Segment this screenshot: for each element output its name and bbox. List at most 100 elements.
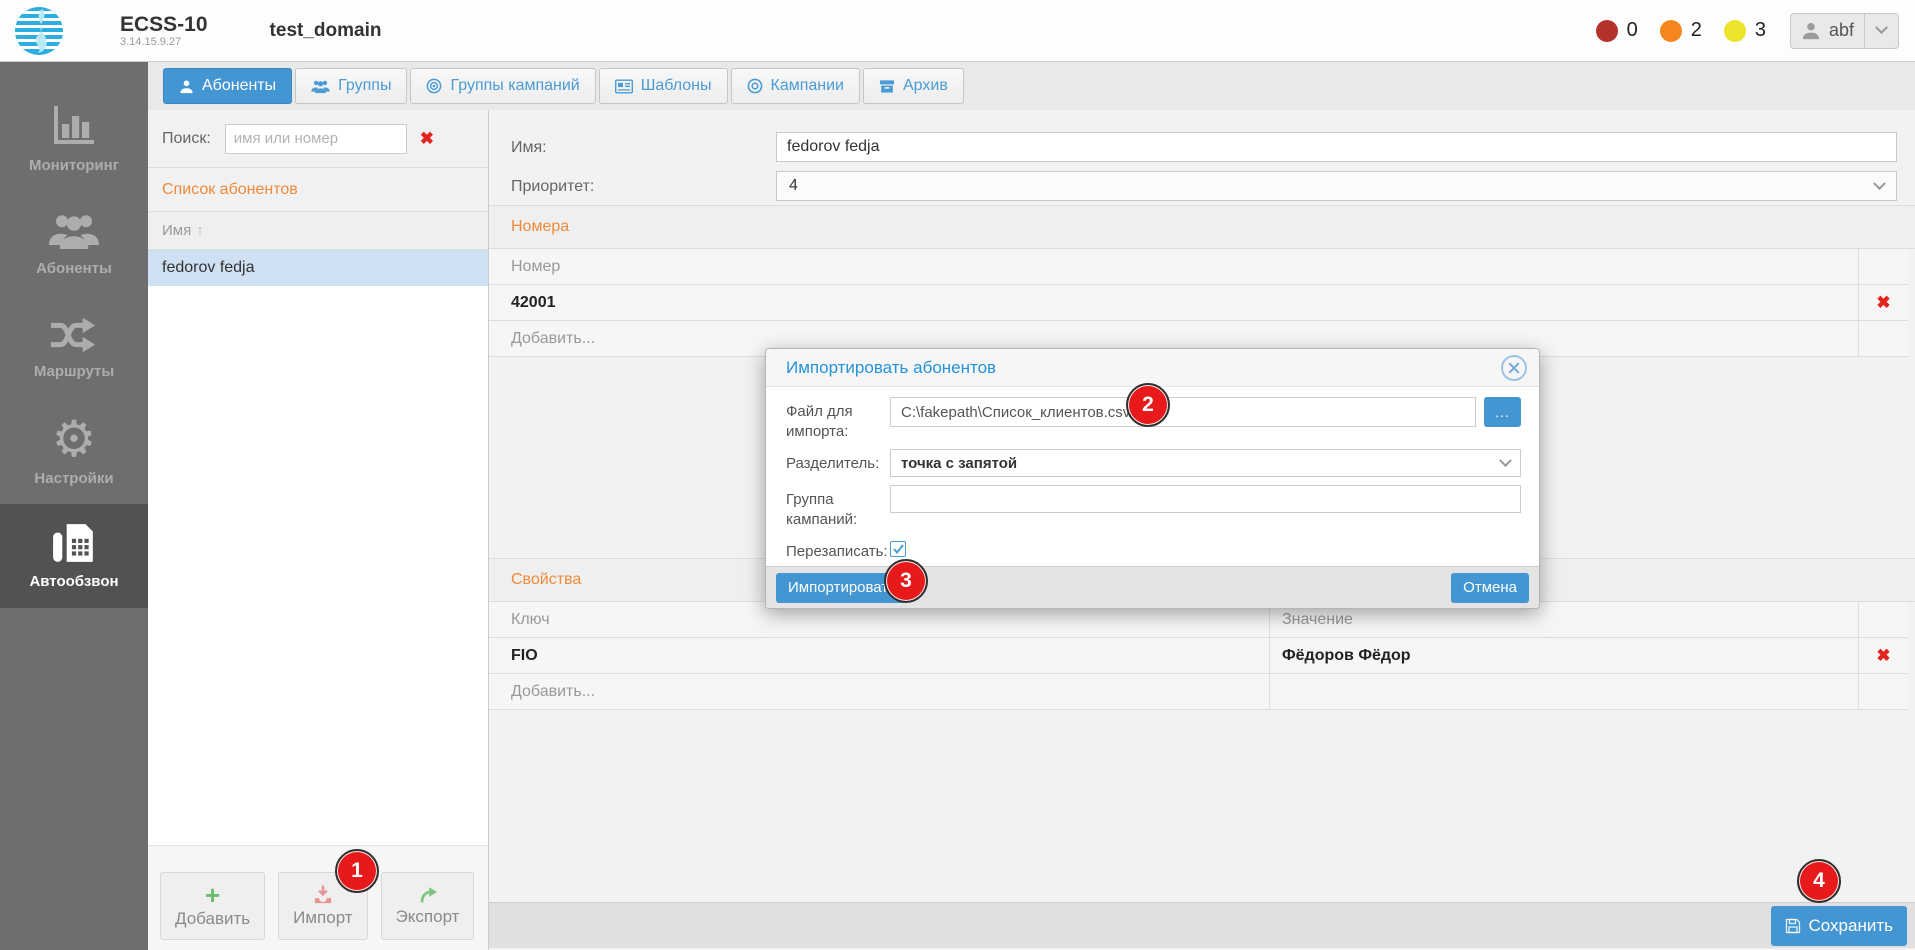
plus-icon: + xyxy=(205,884,220,906)
number-column-header: Номер xyxy=(489,249,1858,284)
name-field-value: fedorov fedja xyxy=(787,138,880,156)
number-row[interactable]: 42001 ✖ xyxy=(489,285,1908,321)
name-column-header[interactable]: Имя ↑ xyxy=(148,212,488,250)
gear-icon: ⚙ xyxy=(52,417,97,461)
tab-campaigns[interactable]: Кампании xyxy=(731,68,861,104)
sidebar-item-autodial[interactable]: Автообзвон xyxy=(0,504,148,608)
sidebar-item-monitoring[interactable]: Мониторинг xyxy=(0,88,148,192)
name-column-label: Имя xyxy=(162,222,191,239)
campaign-group-input[interactable] xyxy=(890,485,1521,513)
user-icon xyxy=(179,79,194,94)
users-icon xyxy=(48,211,100,251)
sidebar-item-routes[interactable]: Маршруты xyxy=(0,296,148,400)
property-row[interactable]: FIO Фёдоров Фёдор ✖ xyxy=(489,638,1908,674)
template-icon xyxy=(615,79,633,94)
list-actions: + Добавить Импорт Экспорт xyxy=(148,845,488,950)
sidebar-item-subscribers[interactable]: Абоненты xyxy=(0,192,148,296)
close-icon[interactable] xyxy=(1501,355,1527,381)
tab-templates[interactable]: Шаблоны xyxy=(599,68,728,104)
status-notice[interactable]: 3 xyxy=(1724,19,1766,42)
delete-cell-empty xyxy=(1858,321,1908,356)
add-property-label: Добавить... xyxy=(489,674,1270,709)
import-icon xyxy=(313,885,333,905)
bar-chart-icon xyxy=(49,106,99,148)
delimiter-field-label: Разделитель: xyxy=(786,449,890,474)
details-footer: Сохранить xyxy=(489,902,1915,948)
delimiter-select[interactable]: точка с запятой xyxy=(890,449,1521,477)
cancel-button[interactable]: Отмена xyxy=(1451,573,1529,603)
app-name: ECSS-10 xyxy=(120,13,208,36)
chevron-down-icon xyxy=(1875,21,1888,34)
tab-label: Кампании xyxy=(771,77,845,95)
autodial-icon xyxy=(51,522,97,564)
status-notice-count: 3 xyxy=(1755,19,1766,42)
user-menu-button[interactable]: abf xyxy=(1790,13,1899,49)
priority-select[interactable]: 4 xyxy=(776,171,1897,201)
file-path-value: C:\fakepath\Список_клиентов.csv xyxy=(901,404,1130,421)
overwrite-field-label: Перезаписать: xyxy=(786,537,890,562)
search-input[interactable] xyxy=(225,124,407,154)
delete-number-icon[interactable]: ✖ xyxy=(1876,294,1890,311)
name-field[interactable]: fedorov fedja xyxy=(776,132,1897,162)
status-warning-count: 2 xyxy=(1691,19,1702,42)
subscriber-row-selected[interactable]: fedorov fedja xyxy=(148,250,488,286)
target-icon xyxy=(747,78,763,94)
delete-cell-empty xyxy=(1858,674,1908,709)
user-menu-chevron[interactable] xyxy=(1864,14,1898,48)
delimiter-value: точка с запятой xyxy=(901,455,1017,472)
sidebar-item-label: Настройки xyxy=(34,470,113,487)
status-critical-dot-icon xyxy=(1596,20,1618,42)
status-critical[interactable]: 0 xyxy=(1596,19,1638,42)
file-field-label: Файл для импорта: xyxy=(786,397,890,441)
chevron-down-icon xyxy=(1873,177,1886,190)
sort-asc-icon: ↑ xyxy=(196,222,204,239)
users-icon xyxy=(311,79,330,94)
name-field-label: Имя: xyxy=(511,139,547,157)
tab-label: Группы xyxy=(338,77,391,95)
delete-property-icon[interactable]: ✖ xyxy=(1876,647,1890,664)
subscriber-name: fedorov fedja xyxy=(162,259,255,277)
tab-campaign-groups[interactable]: Группы кампаний xyxy=(410,68,595,104)
clear-search-icon[interactable]: ✖ xyxy=(420,130,434,147)
export-button[interactable]: Экспорт xyxy=(381,872,475,940)
import-button-label: Импорт xyxy=(293,908,352,928)
save-button[interactable]: Сохранить xyxy=(1771,906,1907,946)
status-warning[interactable]: 2 xyxy=(1660,19,1702,42)
properties-section-title: Свойства xyxy=(511,571,581,589)
dialog-title: Импортировать абонентов xyxy=(786,358,996,378)
add-button-label: Добавить xyxy=(175,909,250,929)
tab-subscribers[interactable]: Абоненты xyxy=(163,68,292,104)
number-value: 42001 xyxy=(489,285,1858,320)
broadcast-icon xyxy=(426,78,442,94)
sidebar-item-label: Мониторинг xyxy=(29,157,119,174)
status-notice-dot-icon xyxy=(1724,20,1746,42)
numbers-table: Номер 42001 ✖ Добавить... xyxy=(489,249,1908,357)
sidebar-item-label: Автообзвон xyxy=(29,573,118,590)
sidebar-item-settings[interactable]: ⚙ Настройки xyxy=(0,400,148,504)
numbers-header-row: Номер xyxy=(489,249,1908,285)
priority-value: 4 xyxy=(789,177,798,195)
export-icon xyxy=(418,886,438,904)
add-property-row[interactable]: Добавить... xyxy=(489,674,1908,710)
subscribers-list-panel: Поиск: ✖ Список абонентов Имя ↑ fedorov … xyxy=(148,110,489,950)
eltex-logo xyxy=(14,6,64,56)
domain-title: test_domain xyxy=(270,20,382,42)
dialog-footer: Импортировать Отмена xyxy=(766,566,1539,608)
tab-archive[interactable]: Архив xyxy=(863,68,964,104)
file-path-field[interactable]: C:\fakepath\Список_клиентов.csv xyxy=(890,397,1476,427)
callout-badge-1: 1 xyxy=(335,849,379,893)
list-title-text: Список абонентов xyxy=(162,181,298,199)
user-icon xyxy=(1801,21,1821,41)
dialog-header: Импортировать абонентов xyxy=(766,349,1539,387)
browse-button[interactable]: ... xyxy=(1484,397,1521,427)
overwrite-checkbox[interactable] xyxy=(890,541,906,557)
property-key: FIO xyxy=(489,638,1270,673)
add-subscriber-button[interactable]: + Добавить xyxy=(160,872,265,940)
tab-bar: Абоненты Группы Группы кампаний Шаблоны … xyxy=(148,62,1915,110)
save-button-label: Сохранить xyxy=(1809,916,1893,936)
add-property-value-cell xyxy=(1270,674,1858,709)
export-button-label: Экспорт xyxy=(396,907,460,927)
tab-groups[interactable]: Группы xyxy=(295,68,407,104)
sidebar-item-label: Маршруты xyxy=(34,363,114,380)
delete-column-header xyxy=(1858,249,1908,284)
